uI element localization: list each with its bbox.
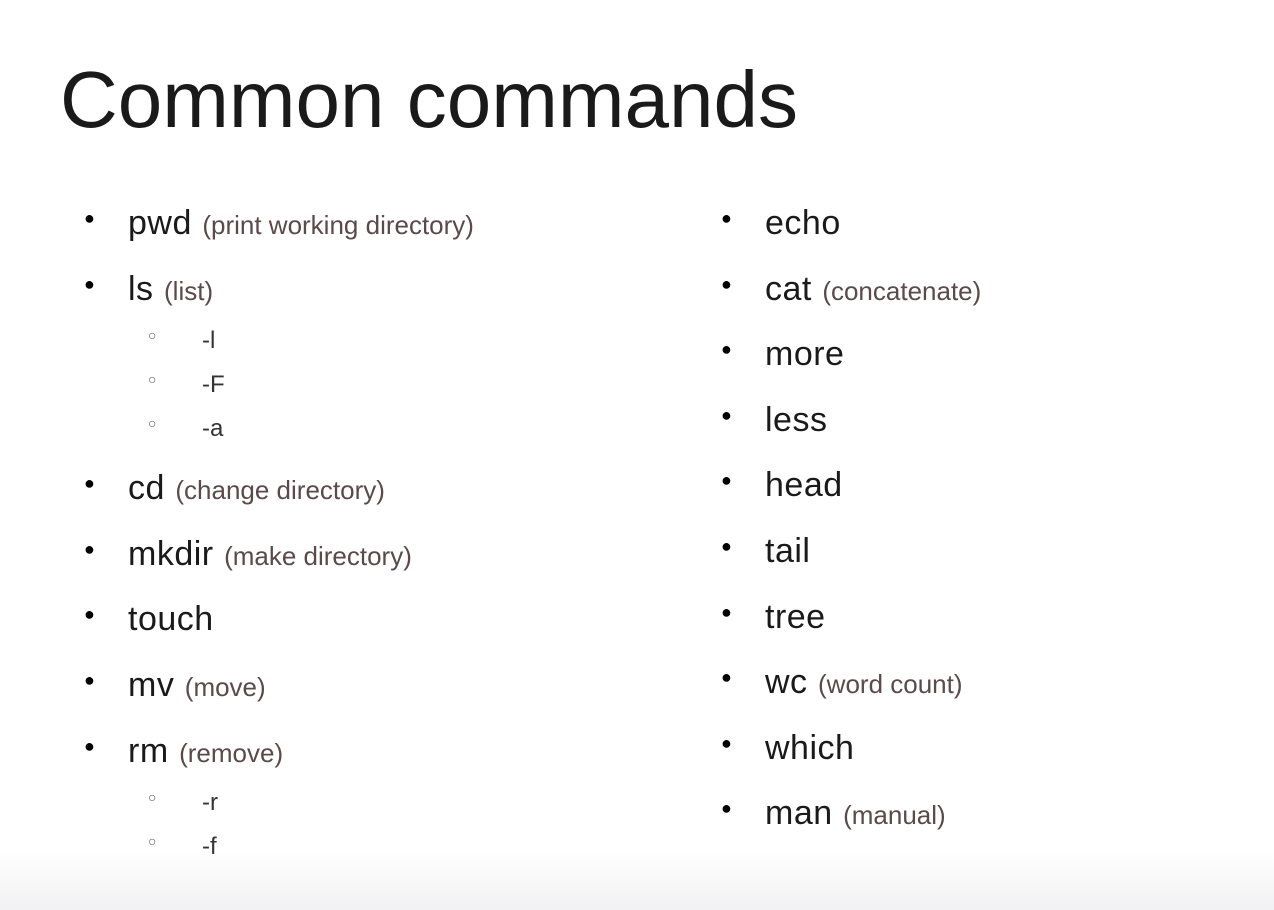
command-name: cat: [765, 270, 812, 308]
list-item: mv (move): [80, 662, 577, 710]
list-item: tree: [717, 594, 1214, 642]
command-desc: (remove): [179, 738, 283, 768]
list-item: wc (word count): [717, 659, 1214, 707]
list-item: touch: [80, 596, 577, 644]
sub-item: -a: [148, 411, 577, 447]
command-name: echo: [765, 204, 841, 242]
list-item: echo: [717, 200, 1214, 248]
right-list: echo cat (concatenate) more less head ta…: [717, 200, 1214, 838]
slide-title: Common commands: [60, 60, 1214, 140]
slide: Common commands pwd (print working direc…: [0, 0, 1274, 910]
left-list: pwd (print working directory) ls (list) …: [80, 200, 577, 865]
command-desc: (move): [185, 672, 266, 702]
list-item: man (manual): [717, 790, 1214, 838]
right-column: echo cat (concatenate) more less head ta…: [717, 200, 1214, 883]
command-desc: (change directory): [175, 475, 385, 505]
sub-item: -F: [148, 367, 577, 403]
command-name: more: [765, 335, 844, 373]
list-item: more: [717, 331, 1214, 379]
sub-item: -r: [148, 785, 577, 821]
sub-item: -l: [148, 323, 577, 359]
command-name: mv: [128, 666, 174, 704]
left-column: pwd (print working directory) ls (list) …: [60, 200, 577, 883]
columns: pwd (print working directory) ls (list) …: [60, 200, 1214, 883]
command-name: head: [765, 466, 843, 504]
command-desc: (print working directory): [202, 210, 474, 240]
command-desc: (list): [164, 276, 213, 306]
command-name: tree: [765, 598, 826, 636]
command-name: mkdir: [128, 535, 214, 573]
list-item: head: [717, 462, 1214, 510]
list-item: cat (concatenate): [717, 266, 1214, 314]
list-item: which: [717, 725, 1214, 773]
sub-item: -f: [148, 829, 577, 865]
list-item: tail: [717, 528, 1214, 576]
list-item: ls (list) -l -F -a: [80, 266, 577, 448]
command-desc: (manual): [843, 800, 946, 830]
list-item: mkdir (make directory): [80, 531, 577, 579]
command-name: wc: [765, 663, 808, 701]
list-item: cd (change directory): [80, 465, 577, 513]
command-name: pwd: [128, 204, 192, 242]
command-name: touch: [128, 600, 214, 638]
sub-list: -r -f: [148, 785, 577, 865]
sub-list: -l -F -a: [148, 323, 577, 447]
list-item: rm (remove) -r -f: [80, 728, 577, 866]
command-name: less: [765, 401, 827, 439]
command-name: cd: [128, 469, 165, 507]
list-item: less: [717, 397, 1214, 445]
command-name: ls: [128, 270, 154, 308]
list-item: pwd (print working directory): [80, 200, 577, 248]
command-name: man: [765, 794, 833, 832]
command-name: which: [765, 729, 854, 767]
command-desc: (word count): [818, 669, 963, 699]
command-desc: (make directory): [224, 541, 412, 571]
command-name: tail: [765, 532, 810, 570]
command-name: rm: [128, 732, 169, 770]
command-desc: (concatenate): [822, 276, 981, 306]
